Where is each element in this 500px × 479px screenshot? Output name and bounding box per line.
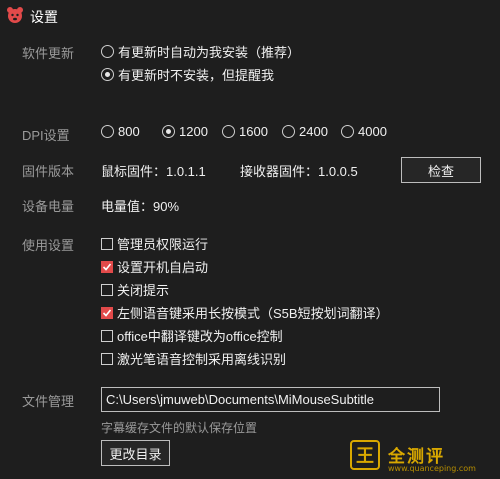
radio-dpi-1600-indicator[interactable] [222, 125, 235, 138]
software-update-label: 软件更新 [22, 46, 75, 61]
radio-dpi-1200[interactable]: 1200 [162, 124, 208, 139]
radio-dpi-4000[interactable]: 4000 [341, 124, 387, 139]
dpi-label: DPI设置 [22, 128, 70, 143]
file-management-label: 文件管理 [22, 394, 75, 409]
radio-dpi-1600[interactable]: 1600 [222, 124, 268, 139]
radio-notify-only-indicator[interactable] [101, 68, 114, 81]
receiver-firmware-version: 接收器固件：1.0.0.5 [240, 164, 358, 179]
radio-dpi-4000-label: 4000 [358, 124, 387, 139]
check-firmware-button[interactable]: 检查 [401, 157, 481, 183]
radio-dpi-1200-indicator[interactable] [162, 125, 175, 138]
checkmark-icon [102, 308, 112, 317]
checkmark-icon [102, 262, 112, 271]
mouse-firmware-version: 鼠标固件：1.0.1.1 [101, 164, 206, 179]
checkbox-voice-long-press-box[interactable] [101, 306, 113, 319]
checkbox-voice-long-press-label: 左侧语音键采用长按模式（S5B短按划词翻译） [117, 306, 389, 321]
checkbox-autostart-label: 设置开机自启动 [117, 260, 209, 275]
subtitle-path-input[interactable] [101, 387, 440, 412]
checkbox-office-control-label: office中翻译键改为office控制 [117, 329, 283, 344]
checkbox-office-control[interactable]: office中翻译键改为office控制 [101, 326, 283, 345]
battery-label: 设备电量 [22, 199, 75, 214]
checkbox-close-tips[interactable]: 关闭提示 [101, 280, 169, 299]
checkbox-offline-recognition[interactable]: 激光笔语音控制采用离线识别 [101, 349, 286, 368]
change-directory-button[interactable]: 更改目录 [101, 440, 170, 466]
checkbox-office-control-box[interactable] [101, 329, 113, 342]
radio-dpi-800-label: 800 [118, 124, 140, 139]
battery-value: 电量值：90% [101, 199, 180, 214]
radio-dpi-2400-indicator[interactable] [282, 125, 295, 138]
radio-dpi-800[interactable]: 800 [101, 124, 140, 139]
checkbox-close-tips-box[interactable] [101, 283, 113, 296]
checkbox-offline-recognition-box[interactable] [101, 352, 113, 365]
watermark-url: www.quanceping.com [388, 464, 476, 473]
checkbox-autostart-box[interactable] [101, 260, 113, 273]
checkbox-close-tips-label: 关闭提示 [117, 283, 170, 298]
window-title: 设置 [30, 9, 58, 25]
bear-app-icon [7, 7, 23, 23]
radio-auto-install-indicator[interactable] [101, 45, 114, 58]
radio-dpi-2400-label: 2400 [299, 124, 328, 139]
checkbox-run-as-admin-label: 管理员权限运行 [117, 237, 209, 252]
radio-dpi-800-indicator[interactable] [101, 125, 114, 138]
radio-dpi-1200-label: 1200 [179, 124, 208, 139]
radio-auto-install-label: 有更新时自动为我安装（推荐） [118, 45, 301, 60]
subtitle-path-hint: 字幕缓存文件的默认保存位置 [101, 421, 258, 435]
radio-dpi-2400[interactable]: 2400 [282, 124, 328, 139]
radio-dpi-1600-label: 1600 [239, 124, 268, 139]
watermark-logo: 王 全测评 www.quanceping.com [350, 438, 490, 478]
checkbox-offline-recognition-label: 激光笔语音控制采用离线识别 [117, 352, 287, 367]
checkbox-autostart[interactable]: 设置开机自启动 [101, 257, 208, 276]
checkbox-run-as-admin[interactable]: 管理员权限运行 [101, 234, 208, 253]
radio-auto-install[interactable]: 有更新时自动为我安装（推荐） [101, 42, 300, 61]
firmware-label: 固件版本 [22, 164, 75, 179]
radio-dpi-4000-indicator[interactable] [341, 125, 354, 138]
checkbox-run-as-admin-box[interactable] [101, 237, 113, 250]
radio-notify-only-label: 有更新时不安装，但提醒我 [118, 68, 275, 83]
checkbox-voice-long-press[interactable]: 左侧语音键采用长按模式（S5B短按划词翻译） [101, 303, 389, 322]
radio-notify-only[interactable]: 有更新时不安装，但提醒我 [101, 65, 274, 84]
usage-settings-label: 使用设置 [22, 238, 75, 253]
title-bar: 设置 [0, 0, 500, 30]
watermark-logo-icon: 王 [350, 440, 380, 470]
